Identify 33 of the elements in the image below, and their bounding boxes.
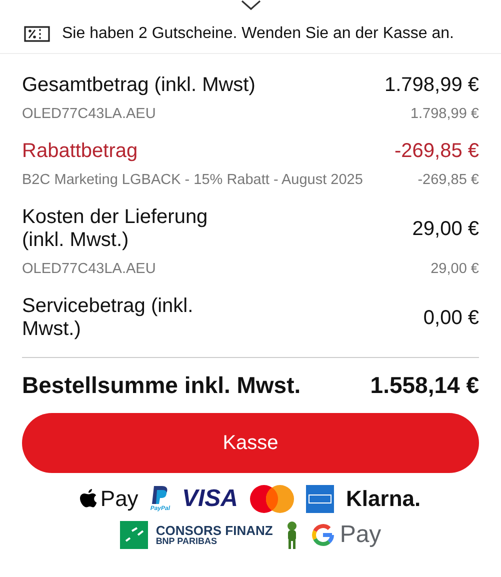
line-label: Servicebetrag (inkl. Mwst.)	[22, 295, 194, 341]
item-label: B2C Marketing LGBACK - 15% Rabatt - August 2025	[22, 172, 363, 188]
item-label: OLED77C43LA.AEU	[22, 261, 156, 277]
total-amount: 1.558,14 €	[370, 372, 479, 399]
visa-logo: VISA	[182, 485, 238, 513]
coupon-icon	[24, 26, 50, 42]
amex-card-icon	[306, 485, 334, 513]
line-label: Kosten der Lieferung (inkl. Mwst.)	[22, 206, 209, 252]
line-label: Rabattbetrag	[22, 140, 138, 163]
item-amount: 29,00 €	[430, 261, 479, 277]
bank-logo-icon	[120, 521, 148, 549]
apple-icon	[80, 488, 98, 510]
item-label: OLED77C43LA.AEU	[22, 106, 156, 122]
paypal-icon	[151, 486, 170, 506]
mastercard-icon	[250, 485, 294, 513]
total-label: Bestellsumme inkl. Mwst.	[22, 372, 301, 399]
line-amount: 1.798,99 €	[384, 74, 479, 97]
voucher-notice: Sie haben 2 Gutscheine. Wenden Sie an der Kasse an.	[62, 25, 454, 43]
item-amount: -269,85 €	[418, 172, 479, 188]
consors-logo-text: CONSORS FINANZ	[156, 524, 273, 537]
klarna-logo: Klarna.	[346, 486, 421, 512]
apple-pay-logo-text: Pay	[100, 486, 138, 512]
line-amount: -269,85 €	[394, 140, 479, 163]
line-amount: 29,00 €	[412, 218, 479, 240]
google-pay-logo-text: Pay	[340, 521, 382, 549]
google-g-icon	[310, 523, 335, 547]
chevron-down-icon[interactable]	[240, 0, 260, 11]
line-label: Gesamtbetrag (inkl. Mwst)	[22, 74, 256, 97]
bnp-logo-text: BNP PARIBAS	[156, 537, 218, 546]
checkout-button[interactable]: Kasse	[22, 413, 479, 473]
figure-icon	[284, 521, 299, 549]
item-amount: 1.798,99 €	[410, 106, 479, 122]
line-amount: 0,00 €	[423, 306, 479, 330]
